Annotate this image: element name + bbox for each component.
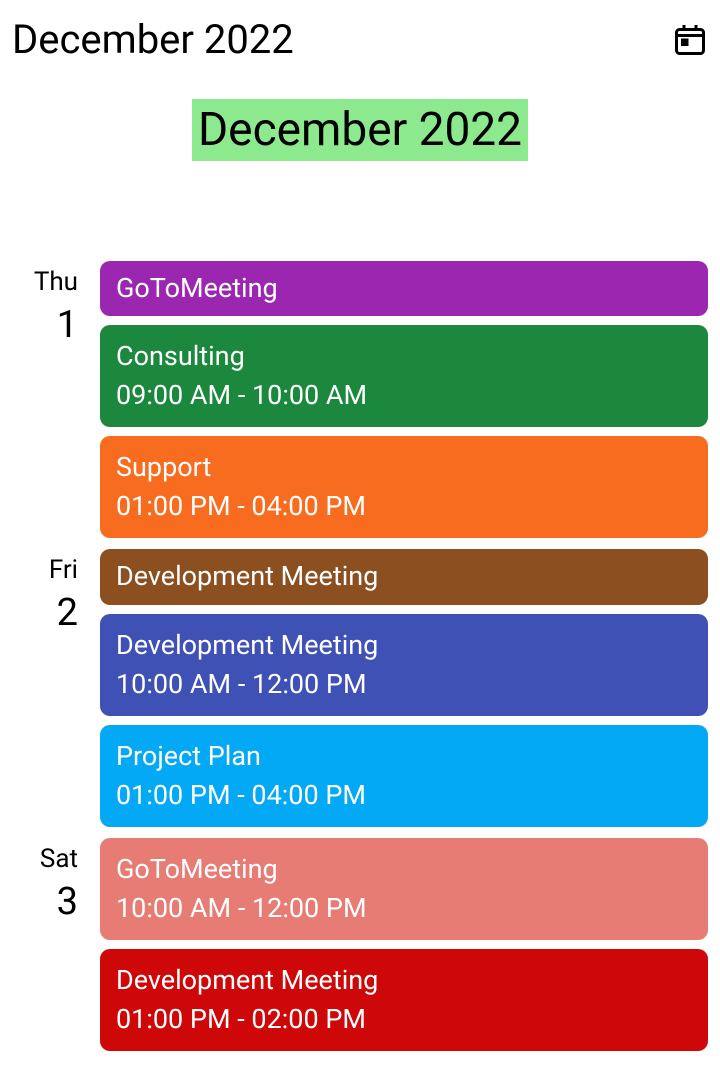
event-title: Project Plan: [116, 739, 692, 774]
event-time: 01:00 PM - 02:00 PM: [116, 1002, 692, 1037]
event-title: Development Meeting: [116, 559, 692, 594]
event-item[interactable]: Development Meeting: [100, 549, 708, 604]
day-name: Thu: [12, 261, 78, 297]
event-time: 10:00 AM - 12:00 PM: [116, 667, 692, 702]
day-number: 1: [12, 303, 78, 347]
day-row: Sat 3 GoToMeeting 10:00 AM - 12:00 PM Develo…: [12, 838, 708, 1060]
event-item[interactable]: Project Plan 01:00 PM - 04:00 PM: [100, 725, 708, 827]
day-label: Sat 3: [12, 838, 100, 924]
events-column: GoToMeeting 10:00 AM - 12:00 PM Developmen…: [100, 838, 708, 1060]
events-column: GoToMeeting Consulting 09:00 AM - 10:00 AM…: [100, 261, 708, 547]
event-time: 09:00 AM - 10:00 AM: [116, 378, 692, 413]
event-item[interactable]: Support 01:00 PM - 04:00 PM: [100, 436, 708, 538]
day-name: Sat: [12, 838, 78, 874]
day-name: Fri: [12, 549, 78, 585]
calendar-icon[interactable]: [672, 22, 708, 58]
event-title: GoToMeeting: [116, 271, 692, 306]
event-item[interactable]: GoToMeeting 10:00 AM - 12:00 PM: [100, 838, 708, 940]
event-item[interactable]: Consulting 09:00 AM - 10:00 AM: [100, 325, 708, 427]
events-column: Development Meeting Development Meeting 10…: [100, 549, 708, 835]
day-number: 3: [12, 880, 78, 924]
event-title: GoToMeeting: [116, 852, 692, 887]
event-time: 10:00 AM - 12:00 PM: [116, 891, 692, 926]
event-item[interactable]: Development Meeting 10:00 AM - 12:00 PM: [100, 614, 708, 716]
header: December 2022: [0, 0, 720, 79]
day-label: Thu 1: [12, 261, 100, 347]
header-title: December 2022: [12, 16, 294, 63]
event-time: 01:00 PM - 04:00 PM: [116, 778, 692, 813]
month-title-container: December 2022: [0, 99, 720, 161]
month-title: December 2022: [192, 99, 528, 161]
event-item[interactable]: GoToMeeting: [100, 261, 708, 316]
event-time: 01:00 PM - 04:00 PM: [116, 489, 692, 524]
event-item[interactable]: Development Meeting 01:00 PM - 02:00 PM: [100, 949, 708, 1051]
day-label: Fri 2: [12, 549, 100, 635]
event-title: Development Meeting: [116, 628, 692, 663]
schedule-container: Thu 1 GoToMeeting Consulting 09:00 AM - 10:0…: [0, 261, 720, 1060]
day-row: Fri2Development MeetingDevelopment Meeti…: [12, 549, 708, 835]
day-number: 2: [12, 591, 78, 635]
event-title: Consulting: [116, 339, 692, 374]
event-title: Support: [116, 450, 692, 485]
event-title: Development Meeting: [116, 963, 692, 998]
day-row: Thu 1 GoToMeeting Consulting 09:00 AM - 10:0…: [12, 261, 708, 547]
